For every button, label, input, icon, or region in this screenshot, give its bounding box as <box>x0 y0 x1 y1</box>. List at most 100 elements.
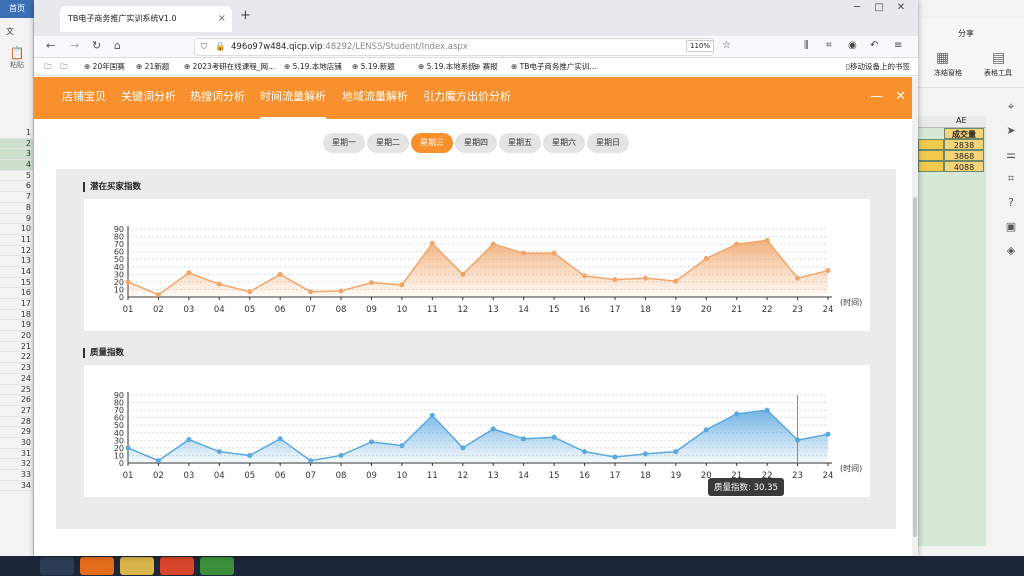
browser-tab[interactable]: TB电子商务推广实训系统V1.0 × <box>60 6 232 32</box>
day-button[interactable]: 星期四 <box>455 133 497 153</box>
data-point[interactable] <box>703 255 709 261</box>
bookmark-item[interactable]: ⊕ 21新题 <box>136 58 169 76</box>
close-panel-icon[interactable]: ✕ <box>895 89 906 104</box>
data-point[interactable] <box>429 412 435 418</box>
wps-icon[interactable] <box>160 557 194 575</box>
back-icon[interactable]: ← <box>46 39 55 52</box>
row-number[interactable]: 25 <box>0 385 34 396</box>
maximize-icon[interactable]: □ <box>868 2 890 13</box>
row-number[interactable]: 10 <box>0 224 34 235</box>
data-point[interactable] <box>216 449 222 455</box>
bookmark-item[interactable]: ⊕ 2023考研在线课程_网... <box>184 58 275 76</box>
bookmark-item[interactable]: ⊕ 5.19.新题 <box>352 58 395 76</box>
data-point[interactable] <box>703 427 709 433</box>
data-point[interactable] <box>399 443 405 449</box>
data-point[interactable] <box>338 452 344 458</box>
data-point[interactable] <box>551 250 557 256</box>
data-point[interactable] <box>642 451 648 457</box>
bookmark-item[interactable]: ⊕ 赛报 <box>474 58 498 76</box>
data-point[interactable] <box>734 241 740 247</box>
row-number[interactable]: 15 <box>0 278 34 289</box>
data-point[interactable] <box>460 271 466 277</box>
close-tab-icon[interactable]: × <box>218 6 226 32</box>
library-icon[interactable]: ⫼ <box>804 40 809 51</box>
nav-item[interactable]: 时间流量解析 <box>260 77 326 119</box>
folder-icon[interactable]: 🗀 <box>44 58 52 76</box>
data-point[interactable] <box>612 454 618 460</box>
bookmark-star-icon[interactable]: ☆ <box>722 40 731 51</box>
data-point[interactable] <box>277 436 283 442</box>
close-window-icon[interactable]: ✕ <box>890 2 912 13</box>
row-number[interactable]: 27 <box>0 406 34 417</box>
data-point[interactable] <box>247 452 253 458</box>
sliders-icon[interactable]: ⚌ <box>998 148 1024 172</box>
data-point[interactable] <box>490 426 496 432</box>
data-point[interactable] <box>429 240 435 246</box>
row-number[interactable]: 4 <box>0 160 34 171</box>
data-point[interactable] <box>368 439 374 445</box>
row-number[interactable]: 29 <box>0 427 34 438</box>
nav-item[interactable]: 关键词分析 <box>121 77 176 119</box>
rate-cell[interactable] <box>918 161 944 172</box>
bookmark-item[interactable]: ⊕ 5.19.本地店铺 <box>284 58 342 76</box>
data-point[interactable] <box>125 445 131 451</box>
chat-icon[interactable]: ◉ <box>848 40 857 51</box>
reload-icon[interactable]: ↻ <box>92 39 101 52</box>
map-pin-icon[interactable]: ◈ <box>998 244 1024 268</box>
day-button[interactable]: 星期三 <box>411 133 453 153</box>
image-icon[interactable]: ▣ <box>998 220 1024 244</box>
data-point[interactable] <box>825 431 831 437</box>
crop-icon[interactable]: ⌗ <box>998 172 1024 196</box>
nav-item[interactable]: 热搜词分析 <box>190 77 245 119</box>
data-point[interactable] <box>521 436 527 442</box>
home-icon[interactable]: ⌂ <box>114 39 121 52</box>
data-point[interactable] <box>186 270 192 276</box>
data-point[interactable] <box>825 268 831 274</box>
undo-icon[interactable]: ↶ <box>870 40 878 51</box>
row-number[interactable]: 32 <box>0 459 34 470</box>
value-cell[interactable]: 3868 <box>944 150 984 161</box>
row-number[interactable]: 19 <box>0 320 34 332</box>
spreadsheet-grid[interactable]: AE 成交量 2838 3868 4088 <box>918 116 986 546</box>
menu-icon[interactable]: ≡ <box>894 40 902 51</box>
data-point[interactable] <box>368 280 374 286</box>
data-point[interactable] <box>612 277 618 283</box>
row-number[interactable]: 21 <box>0 342 34 353</box>
day-button[interactable]: 星期六 <box>543 133 585 153</box>
data-point[interactable] <box>673 278 679 284</box>
zoom-indicator[interactable]: 110% <box>686 40 715 52</box>
data-point[interactable] <box>734 411 740 417</box>
buyer-index-chart[interactable]: 0 10 20 30 40 50 60 70 80 90 01 02 03 04 05 06 07 08 09 10 1… <box>84 199 870 331</box>
row-number[interactable]: 24 <box>0 374 34 385</box>
data-point[interactable] <box>155 292 161 298</box>
forward-icon[interactable]: → <box>70 39 79 52</box>
rate-cell[interactable] <box>918 139 944 150</box>
chrome-icon[interactable] <box>200 557 234 575</box>
freeze-panes-button[interactable]: 冻结窗格 <box>934 68 962 78</box>
file-menu[interactable]: 文 <box>6 26 14 37</box>
page-scrollbar[interactable] <box>912 77 918 556</box>
row-number[interactable]: 9 <box>0 214 34 225</box>
help-icon[interactable]: ? <box>998 196 1024 220</box>
data-point[interactable] <box>247 289 253 295</box>
row-number[interactable]: 2 <box>0 138 34 150</box>
row-number[interactable]: 30 <box>0 438 34 449</box>
row-number[interactable]: 34 <box>0 481 34 492</box>
qq-icon[interactable] <box>40 557 74 575</box>
files-icon[interactable] <box>120 557 154 575</box>
data-point[interactable] <box>216 281 222 287</box>
row-number[interactable]: 26 <box>0 395 34 406</box>
data-point[interactable] <box>582 273 588 279</box>
home-tab[interactable]: 首页 <box>0 0 34 18</box>
row-number[interactable]: 20 <box>0 331 34 342</box>
row-number[interactable]: 1 <box>0 128 34 139</box>
nav-item[interactable]: 地域流量解析 <box>342 77 408 119</box>
row-number[interactable]: 33 <box>0 470 34 481</box>
bookmark-item[interactable]: ⊕ 5.19.本地系统 <box>418 58 476 76</box>
data-point[interactable] <box>764 407 770 413</box>
data-point[interactable] <box>308 289 314 295</box>
url-field[interactable]: ⛉ 🔒 496o97w484.qicp.vip:48292/LENSS/Stud… <box>194 38 714 56</box>
day-button[interactable]: 星期一 <box>323 133 365 153</box>
bookmark-item[interactable]: ⊕ 20年国赛 <box>84 58 125 76</box>
data-point[interactable] <box>521 250 527 256</box>
